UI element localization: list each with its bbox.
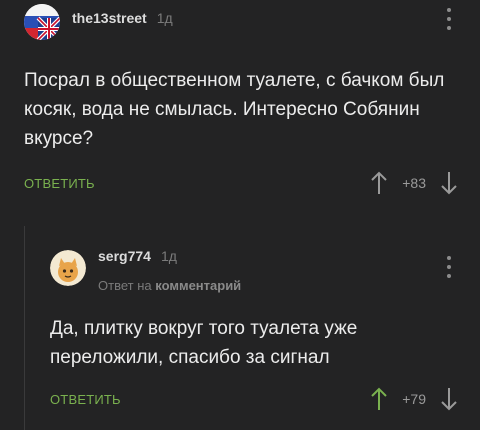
- avatar[interactable]: [50, 250, 86, 286]
- arrow-up-icon[interactable]: [370, 170, 388, 196]
- comment-header: the13street 1д: [72, 10, 173, 26]
- vote-controls: +79: [370, 386, 458, 412]
- thread-line[interactable]: [24, 226, 25, 430]
- username[interactable]: serg774: [98, 248, 151, 264]
- reply-button[interactable]: ОТВЕТИТЬ: [24, 176, 95, 191]
- arrow-down-icon[interactable]: [440, 386, 458, 412]
- avatar[interactable]: [24, 4, 60, 40]
- comment: the13street 1д Посрал в общественном туа…: [0, 0, 480, 210]
- reply-button[interactable]: ОТВЕТИТЬ: [50, 392, 121, 407]
- username[interactable]: the13street: [72, 10, 147, 26]
- comment-text: Да, плитку вокруг того туалета уже перел…: [50, 318, 358, 368]
- reply-to-prefix: Ответ на: [98, 278, 152, 293]
- vertical-dots-icon[interactable]: [444, 256, 454, 278]
- arrow-down-icon[interactable]: [440, 170, 458, 196]
- reply-to-line: Ответ на комментарий: [98, 278, 241, 293]
- score: +83: [402, 175, 426, 191]
- vertical-dots-icon[interactable]: [444, 8, 454, 30]
- arrow-up-icon[interactable]: [370, 386, 388, 412]
- reply-to-link[interactable]: комментарий: [155, 278, 241, 293]
- comment-text: Посрал в общественном туалете, с бачком …: [24, 70, 445, 149]
- score: +79: [402, 391, 426, 407]
- comment-header: serg774 1д: [98, 248, 177, 264]
- reply-comment: serg774 1д Ответ на комментарий Да, плит…: [34, 226, 480, 430]
- timestamp: 1д: [156, 10, 173, 26]
- vote-controls: +83: [370, 170, 458, 196]
- timestamp: 1д: [160, 248, 177, 264]
